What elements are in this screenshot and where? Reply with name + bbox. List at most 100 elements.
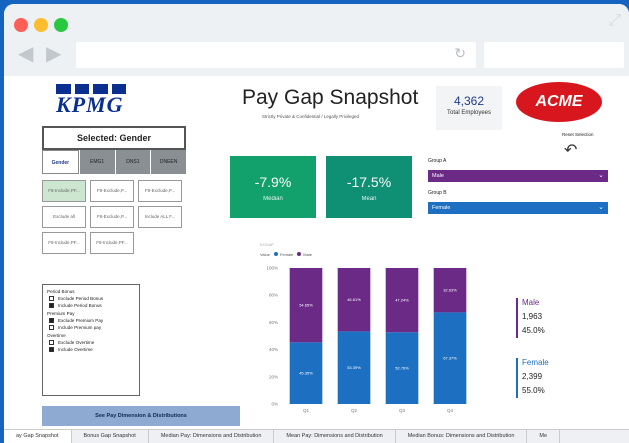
mean-gap-value: -17.5% <box>346 174 392 190</box>
browser-window: ◀ ▶ ↻ ⤢ KPMG Selected: Gender Gender EMG… <box>4 4 629 443</box>
checkbox[interactable] <box>49 340 54 345</box>
pay-options-panel: Period Bonus Exclude Period Bonus Includ… <box>42 284 140 396</box>
filter-button[interactable]: Exclude all <box>42 206 86 228</box>
group-b-label: Group B <box>428 190 447 196</box>
data-label: 53.39% <box>347 365 361 370</box>
male-summary-line <box>516 298 518 338</box>
data-label: 52.76% <box>395 366 409 371</box>
filter-button[interactable]: F8-Exclude,P... <box>90 206 134 228</box>
total-employees-value: 4,362 <box>453 94 485 108</box>
data-label: 54.65% <box>299 303 313 308</box>
legend-female: Female <box>273 252 294 257</box>
y-tick-label: 100% <box>266 266 278 271</box>
female-summary-count: 2,399 <box>522 372 543 381</box>
female-summary-label: Female <box>522 358 549 367</box>
tab-dns1[interactable]: DNS1 <box>114 150 151 174</box>
data-label: 45.35% <box>299 371 313 376</box>
checkbox[interactable] <box>49 303 54 308</box>
reset-selection-label[interactable]: Reset Selection <box>562 132 594 137</box>
median-gap-tile: -7.9% Median <box>230 156 316 218</box>
group-b-select[interactable]: Female ⌄ <box>428 202 608 214</box>
male-summary-label: Male <box>522 298 540 307</box>
option-label: Exclude Period Bonus <box>58 296 104 301</box>
group-a-value: Male <box>432 173 444 179</box>
overtime-heading: Overtime <box>47 333 66 338</box>
back-icon[interactable]: ◀ <box>18 44 33 64</box>
browser-chrome: ◀ ▶ ↻ ⤢ <box>4 4 629 76</box>
tab-dneen[interactable]: DNEEN <box>150 150 186 174</box>
kpmg-logo: KPMG <box>56 92 124 117</box>
filter-button[interactable]: Include ALL F... <box>138 206 182 228</box>
data-label: 47.24% <box>395 298 409 303</box>
y-tick-label: 40% <box>269 347 278 352</box>
median-gap-value: -7.9% <box>254 174 292 190</box>
group-b-value: Female <box>432 205 451 211</box>
undo-icon[interactable]: ↶ <box>564 140 577 160</box>
group-a-select[interactable]: Male ⌄ <box>428 170 608 182</box>
maximize-window-dot[interactable] <box>54 18 68 32</box>
option-label: Exclude Premium Pay <box>58 318 104 323</box>
group-a-label: Group A <box>428 158 447 164</box>
x-tick-label: Q4 <box>447 408 454 413</box>
y-tick-label: 20% <box>269 374 278 379</box>
option-label: Exclude Overtime <box>58 340 95 345</box>
filter-button[interactable]: F8-Include,PF... <box>90 232 134 254</box>
browser-search-field[interactable] <box>484 42 624 68</box>
dimension-tabs: Gender EMG1 DNS1 DNEEN <box>42 150 186 174</box>
x-tick-label: Q3 <box>399 408 406 413</box>
female-summary-line <box>516 358 518 398</box>
chart-legend: Value Female Male <box>260 252 312 257</box>
reload-icon[interactable]: ↻ <box>454 45 466 62</box>
include-period-bonus-option[interactable]: Include Period Bonus <box>49 303 135 308</box>
page-tab-more[interactable]: Me <box>527 430 561 443</box>
stacked-bar-chart: 100% 80% 60% 40% 20% 0% 45.35% 54.65% Q1 53.39% 46… <box>266 266 467 413</box>
page-tab-median-pay[interactable]: Median Pay: Dimensions and Distribution <box>149 430 275 443</box>
male-summary-count: 1,963 <box>522 312 543 321</box>
option-label: Include Period Bonus <box>58 303 102 308</box>
premium-pay-heading: Premium Pay <box>47 311 75 316</box>
option-label: Include Premium pay <box>58 325 102 330</box>
forward-icon[interactable]: ▶ <box>46 44 61 64</box>
close-window-dot[interactable] <box>14 18 28 32</box>
include-overtime-option[interactable]: Include Overtime <box>49 347 135 352</box>
legend-female-label: Female <box>279 252 294 257</box>
tab-emg1[interactable]: EMG1 <box>78 150 115 174</box>
page-tab-pay-gap-snapshot[interactable]: ay Gap Snapshot <box>4 430 72 443</box>
checkbox[interactable] <box>49 347 54 352</box>
mean-gap-tile: -17.5% Mean <box>326 156 412 218</box>
fullscreen-icon[interactable]: ⤢ <box>608 12 621 30</box>
report-canvas: KPMG Selected: Gender Gender EMG1 DNS1 D… <box>4 76 629 443</box>
female-summary-pct: 55.0% <box>522 386 545 395</box>
address-bar[interactable]: ↻ <box>76 42 476 68</box>
option-label: Include Overtime <box>58 347 93 352</box>
include-premium-pay-option[interactable]: Include Premium pay <box>49 325 135 330</box>
filter-button[interactable]: F8-Include,PF... <box>42 232 86 254</box>
legend-male: Male <box>297 252 312 257</box>
checkbox[interactable] <box>49 296 54 301</box>
total-employees-label: Total Employees <box>446 110 492 116</box>
chevron-down-icon: ⌄ <box>598 204 604 211</box>
legend-male-label: Male <box>303 252 312 257</box>
filter-button[interactable]: F8-Exclude,P... <box>138 180 182 202</box>
filter-button[interactable]: F8-Exclude,P... <box>90 180 134 202</box>
page-tab-bonus-gap-snapshot[interactable]: Bonus Gap Snapshot <box>72 430 149 443</box>
see-pay-dimension-button[interactable]: See Pay Dimension & Distributions <box>42 406 240 426</box>
page-tab-median-bonus[interactable]: Median Bonus: Dimensions and Distributio… <box>396 430 528 443</box>
x-tick-label: Q2 <box>351 408 358 413</box>
checkbox[interactable] <box>49 318 54 323</box>
checkbox[interactable] <box>49 325 54 330</box>
exclude-premium-pay-option[interactable]: Exclude Premium Pay <box>49 318 135 323</box>
filter-button[interactable]: F8-Include,PF... <box>42 180 86 202</box>
y-tick-label: 60% <box>269 320 278 325</box>
male-summary-pct: 45.0% <box>522 326 545 335</box>
exclude-overtime-option[interactable]: Exclude Overtime <box>49 340 135 345</box>
chevron-down-icon: ⌄ <box>598 172 604 179</box>
page-tab-mean-pay[interactable]: Mean Pay: Dimensions and Distribution <box>274 430 396 443</box>
y-tick-label: 80% <box>269 293 278 298</box>
x-tick-label: Q1 <box>303 408 310 413</box>
data-label: 67.37% <box>443 356 457 361</box>
chart-caption: ECDAP <box>260 242 274 247</box>
minimize-window-dot[interactable] <box>34 18 48 32</box>
exclude-period-bonus-option[interactable]: Exclude Period Bonus <box>49 296 135 301</box>
tab-gender[interactable]: Gender <box>42 150 79 174</box>
